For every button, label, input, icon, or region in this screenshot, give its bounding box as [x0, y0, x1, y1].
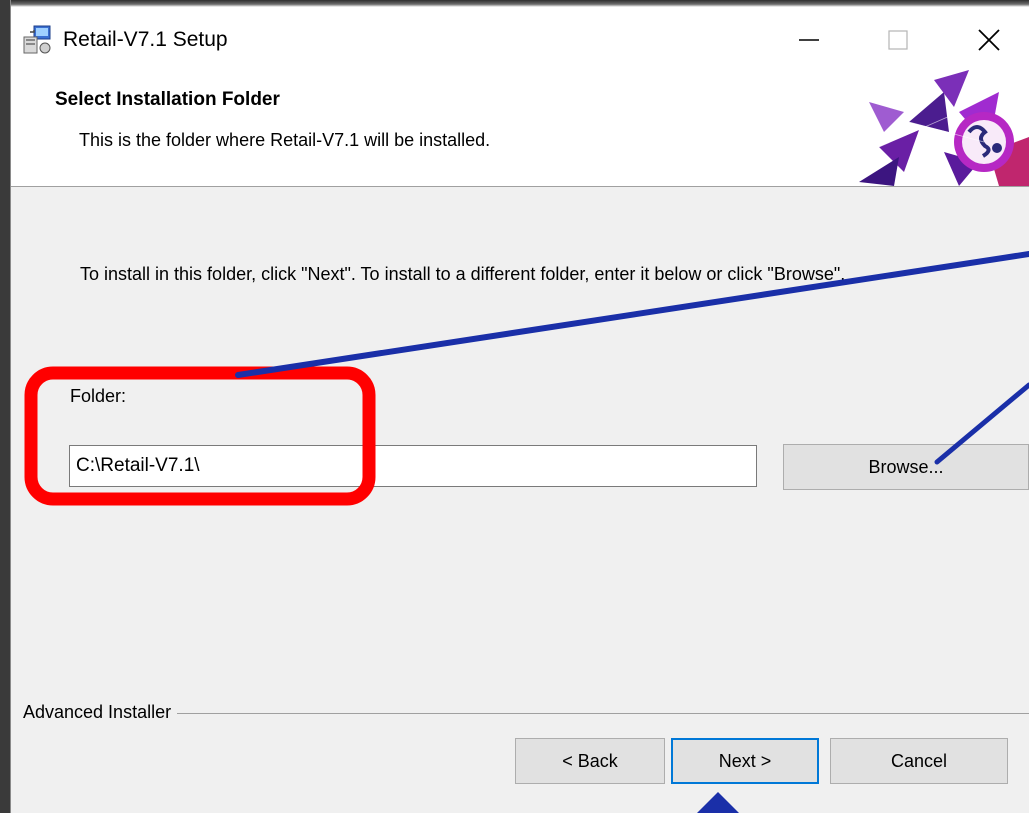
- page-subtitle: This is the folder where Retail-V7.1 wil…: [79, 130, 491, 150]
- folder-label: Folder:: [70, 386, 127, 406]
- close-icon: [978, 29, 1000, 51]
- window-title: Retail-V7.1 Setup: [63, 28, 228, 51]
- minimize-icon: [799, 39, 819, 41]
- installer-brand-label: Advanced Installer: [23, 700, 178, 724]
- dialog-header: Select Installation Folder This is the f…: [11, 70, 1029, 187]
- browse-button[interactable]: Browse...: [783, 444, 1029, 490]
- minimize-button[interactable]: [776, 14, 842, 66]
- cancel-button[interactable]: Cancel: [830, 738, 1008, 784]
- window-left-border: [0, 0, 11, 813]
- page-title: Select Installation Folder: [55, 89, 280, 110]
- back-button[interactable]: < Back: [515, 738, 665, 784]
- banner-logo: [859, 70, 1029, 186]
- installer-app-icon: [23, 25, 51, 54]
- maximize-icon: [888, 30, 908, 50]
- next-button[interactable]: Next >: [671, 738, 819, 784]
- install-instruction: To install in this folder, click "Next".…: [80, 264, 846, 284]
- folder-path-input[interactable]: [69, 445, 757, 487]
- window-top-edge: [0, 0, 1029, 7]
- setup-window: Retail-V7.1 Setup Select Installation Fo…: [0, 0, 1029, 813]
